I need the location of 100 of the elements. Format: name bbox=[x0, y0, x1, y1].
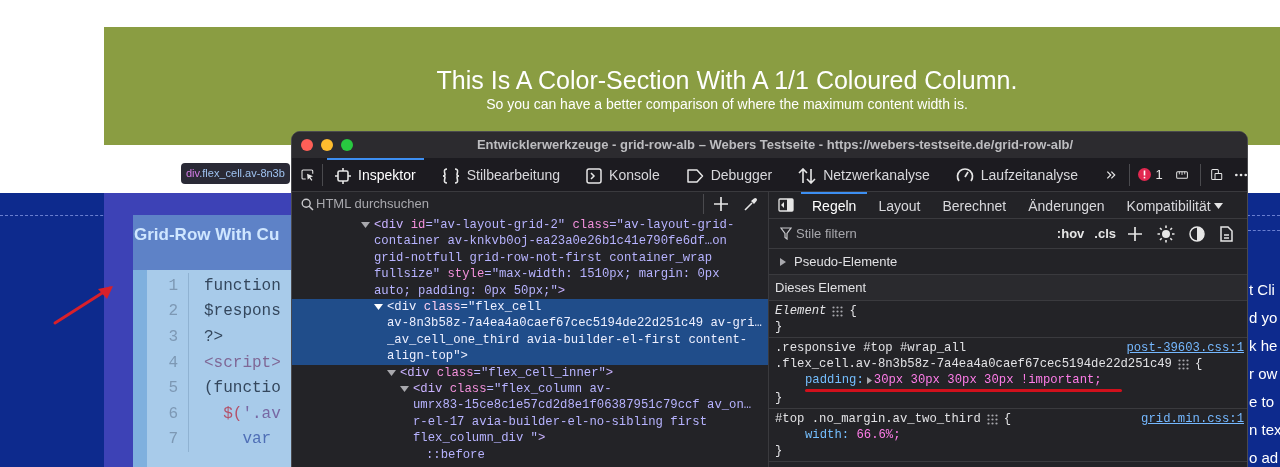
tree-node[interactable]: <div class="flex_column av- umrx83-15ce8c1e57cd2d8e1f06387951c79ccf av_on… r-el-17 avia-builder-el-no-sibling first flex_column_div "> bbox=[292, 381, 768, 447]
sidebar-tab[interactable]: Änderungen bbox=[1017, 192, 1116, 218]
gauge-icon bbox=[955, 168, 974, 183]
expand-arrow-icon[interactable] bbox=[779, 256, 787, 267]
selector-text: Element bbox=[775, 303, 827, 319]
expand-arrow-icon[interactable] bbox=[361, 221, 370, 230]
window-title: Entwicklerwerkzeuge - grid-row-alb – Webers Testseite - https://webers-testseite.de/grid-row-alb/ bbox=[476, 136, 1074, 155]
filter-field[interactable]: Stile filtern bbox=[796, 223, 1057, 244]
text-fragment: k he bbox=[1249, 336, 1279, 356]
brace-text: } bbox=[775, 319, 783, 335]
section-title: This Is A Color-Section With A 1/1 Coloured Column. bbox=[436, 65, 1018, 95]
contrast-icon[interactable] bbox=[1189, 225, 1205, 242]
selector-text: .flex_cell.av-8n3b58z-7a4ea4a0caef67cec5194de22d251c49 bbox=[775, 356, 1172, 372]
add-rule-icon[interactable] bbox=[1128, 226, 1142, 241]
brace-text: } bbox=[775, 390, 783, 406]
eyedropper-icon[interactable] bbox=[743, 196, 758, 212]
source-link[interactable]: grid.min.css:1 bbox=[1141, 411, 1244, 427]
text-fragment: d yo bbox=[1249, 308, 1279, 328]
code-line: function bbox=[203, 275, 281, 297]
search-field[interactable]: HTML durchsuchen bbox=[316, 194, 703, 214]
grid-dots-icon[interactable] bbox=[1177, 358, 1189, 370]
expand-arrow-icon[interactable] bbox=[374, 303, 383, 313]
sidebar-tab[interactable]: Kompatibilität bbox=[1115, 192, 1234, 218]
brace-text: { bbox=[849, 303, 857, 319]
add-node-icon[interactable] bbox=[714, 197, 728, 211]
brace-text: } bbox=[775, 443, 783, 459]
markup-line: _av_cell_one_third avia-builder-el-first content- bbox=[387, 331, 749, 349]
tree-node[interactable]: <div class="flex_cell av-8n3b58z-7a4ea4a0caef67cec5194de22d251c49 av-gri… _av_cell_one_third avia-builder-el-first content- align-top"> bbox=[292, 299, 768, 365]
text-fragment: r ow bbox=[1249, 364, 1279, 384]
expand-arrow-icon[interactable] bbox=[400, 385, 409, 395]
code-line: ?> bbox=[203, 327, 224, 348]
code-line: var bbox=[241, 429, 272, 451]
grid-dots-icon[interactable] bbox=[832, 305, 844, 317]
up-down-arrows-icon bbox=[798, 167, 817, 184]
devtools-tab[interactable]: Stilbearbeitung bbox=[433, 158, 569, 191]
document-icon[interactable] bbox=[1220, 225, 1233, 242]
markup-line: flex_column_div "> bbox=[413, 430, 547, 447]
sidebar-tab[interactable]: Berechnet bbox=[931, 192, 1018, 218]
maximize-icon[interactable] bbox=[341, 139, 353, 151]
markup-line: ::before bbox=[426, 446, 485, 464]
braces-icon bbox=[441, 167, 460, 184]
markup-line: umrx83-15ce8c1e57cd2d8e1f06387951c79ccf av_on… bbox=[413, 397, 752, 414]
grid-dots-icon[interactable] bbox=[986, 413, 998, 425]
responsive-mode-icon[interactable] bbox=[1175, 168, 1188, 181]
tree-node[interactable]: ::before bbox=[292, 446, 768, 464]
search-icon bbox=[301, 197, 314, 211]
markup-line: <div id="av-layout-grid-2" class="av-layout-grid- bbox=[374, 217, 735, 234]
markup-line: align-top"> bbox=[387, 348, 469, 365]
selector-text: #top .no_margin.av_two_third bbox=[775, 411, 981, 427]
code-line: $respons bbox=[203, 301, 281, 323]
close-icon[interactable] bbox=[301, 139, 313, 151]
sidebar-tab[interactable]: Regeln bbox=[801, 192, 868, 218]
brace-text: { bbox=[1194, 356, 1203, 372]
sidebar-toggle-icon[interactable] bbox=[778, 198, 794, 212]
crosshair-box-icon bbox=[335, 167, 352, 184]
section-label: Dieses Element bbox=[775, 278, 867, 297]
error-count[interactable]: 1 bbox=[1137, 164, 1163, 185]
markup-line: grid-notfull grid-row-not-first container_wrap bbox=[374, 249, 714, 267]
markup-line: <div class="flex_column av- bbox=[413, 381, 613, 398]
property-value: 66.6%; bbox=[856, 427, 901, 443]
minimize-icon[interactable] bbox=[321, 139, 333, 151]
code-line: (functio bbox=[203, 378, 281, 400]
text-fragment: t Cli bbox=[1249, 280, 1276, 300]
toggle-button[interactable]: .cls bbox=[1094, 223, 1116, 244]
toggle-button[interactable]: :hov bbox=[1056, 223, 1085, 244]
section-label[interactable]: Pseudo-Elemente bbox=[794, 251, 898, 272]
selector-text: .responsive #top #wrap_all bbox=[775, 340, 967, 356]
devtools-tab[interactable]: Netzwerkanalyse bbox=[790, 158, 938, 191]
expand-arrow-icon[interactable] bbox=[387, 368, 396, 378]
source-link[interactable]: post-39603.css:1 bbox=[1126, 340, 1244, 356]
element-tooltip: div.flex_cell.av-8n3b bbox=[181, 163, 290, 184]
brace-text: { bbox=[1003, 411, 1012, 427]
section-heading: Grid-Row With Cu bbox=[134, 224, 281, 246]
devtools-tab[interactable]: Konsole bbox=[578, 158, 668, 191]
devtools-tab[interactable]: Debugger bbox=[677, 158, 781, 191]
terminal-icon bbox=[586, 167, 603, 184]
light-theme-icon[interactable] bbox=[1157, 224, 1175, 243]
text-fragment: e to bbox=[1249, 392, 1276, 412]
menu-icon[interactable] bbox=[1234, 172, 1247, 177]
markup-line: container av-knkvb0oj-ea23a0e26b1c41e790fe6df…on bbox=[374, 233, 728, 250]
filter-icon bbox=[780, 227, 792, 240]
code-line: $('.av bbox=[222, 403, 281, 425]
property-name: width: bbox=[805, 427, 850, 443]
text-fragment: o ad bbox=[1249, 448, 1280, 467]
code-line: <script> bbox=[203, 352, 281, 374]
tag-shape-icon bbox=[685, 168, 704, 183]
markup-line: av-8n3b58z-7a4ea4a0caef67cec5194de22d251c49 av-gri… bbox=[387, 315, 762, 332]
property-value: 30px 30px 30px 30px !important; bbox=[873, 372, 1102, 388]
markup-line: fullsize" style="max-width: 1510px; margin: 0px bbox=[374, 266, 721, 283]
property-name: padding: bbox=[805, 372, 864, 388]
markup-line: auto; padding: 0px 50px;"> bbox=[374, 282, 567, 300]
dock-icon[interactable] bbox=[1211, 166, 1223, 183]
devtools-tab[interactable]: Laufzeitanalyse bbox=[947, 158, 1087, 191]
markup-line: r-el-17 avia-builder-el-no-sibling first bbox=[413, 413, 709, 431]
sidebar-tab[interactable]: Layout bbox=[867, 192, 932, 218]
markup-line: <div class="flex_cell_inner"> bbox=[400, 364, 614, 382]
section-subtitle: So you can have a better comparison of where the maximum content width is. bbox=[486, 95, 968, 113]
error-icon bbox=[1137, 168, 1151, 181]
tree-node[interactable]: <div class="flex_cell_inner"> bbox=[292, 364, 768, 382]
markup-line: <div class="flex_cell bbox=[387, 299, 543, 316]
